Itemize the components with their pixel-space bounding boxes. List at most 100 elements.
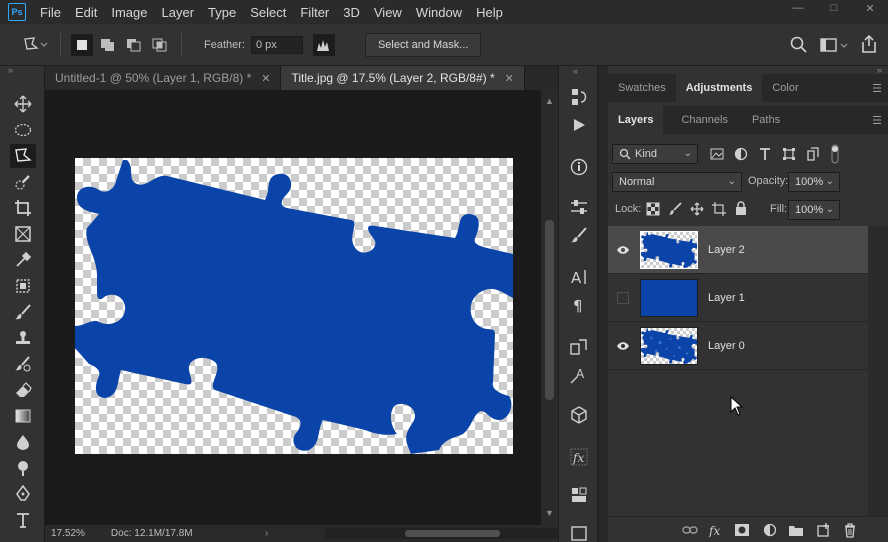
properties-icon[interactable] [568,196,590,218]
collapse-icon[interactable]: » [8,65,13,75]
close-icon[interactable]: ✕ [505,72,514,85]
styles-fx-icon[interactable]: fx [568,446,590,468]
layer-name[interactable]: Layer 0 [708,340,745,352]
filter-adjustment-icon[interactable] [734,147,748,164]
gradient-tool-icon[interactable] [10,404,36,428]
lock-transparent-icon[interactable] [646,202,660,219]
new-group-icon[interactable] [788,522,804,538]
tab-adjustments[interactable]: Adjustments [675,74,763,102]
canvas-area[interactable] [45,90,541,525]
fill-field[interactable]: 100% ⌄ [788,200,840,220]
menu-layer[interactable]: Layer [162,5,195,20]
eye-icon[interactable] [608,322,638,370]
opacity-field[interactable]: 100% ⌄ [788,172,840,192]
filter-type-icon[interactable] [758,147,772,164]
actions-play-icon[interactable] [568,114,590,136]
scroll-up-icon[interactable]: ▲ [545,96,554,106]
healing-brush-icon[interactable] [10,274,36,298]
menu-window[interactable]: Window [416,5,462,20]
history-brush-icon[interactable] [10,352,36,376]
filter-kind-dropdown[interactable]: Kind ⌄ [612,144,698,164]
blend-mode-dropdown[interactable]: Normal ⌄ [612,172,742,192]
lock-all-icon[interactable] [734,201,748,219]
polygonal-lasso-preset-icon[interactable] [20,34,50,56]
layer-row-layer-2[interactable]: Layer 2 [608,226,868,274]
layers-scrollbar[interactable] [868,226,888,516]
intersect-selection-icon[interactable] [149,34,171,56]
timeline-icon[interactable] [568,522,590,542]
crop-tool-icon[interactable] [10,196,36,220]
tab-title-jpg[interactable]: Title.jpg @ 17.5% (Layer 2, RGB/8#) * ✕ [281,66,525,90]
info-icon[interactable] [568,156,590,178]
polygonal-lasso-tool-icon[interactable] [10,144,36,168]
menu-filter[interactable]: Filter [300,5,329,20]
tab-layers[interactable]: Layers [608,106,664,134]
character-panel-icon[interactable]: A [568,266,590,288]
lock-position-icon[interactable] [690,202,704,219]
layer-name[interactable]: Layer 2 [708,244,745,256]
dodge-tool-icon[interactable] [10,456,36,480]
scroll-thumb[interactable] [405,530,500,537]
filter-toggle-icon[interactable] [830,143,840,168]
scroll-thumb[interactable] [545,220,554,400]
feather-input[interactable] [250,35,303,54]
menu-image[interactable]: Image [111,5,147,20]
quick-selection-tool-icon[interactable] [10,170,36,194]
share-icon[interactable] [860,34,878,57]
tab-paths[interactable]: Paths [742,106,790,134]
menu-help[interactable]: Help [476,5,503,20]
new-adjustment-layer-icon[interactable] [762,522,778,538]
link-layers-icon[interactable] [682,522,698,538]
filter-shape-icon[interactable] [782,147,796,164]
menu-select[interactable]: Select [250,5,286,20]
frame-tool-icon[interactable] [10,222,36,246]
tab-untitled-1[interactable]: Untitled-1 @ 50% (Layer 1, RGB/8) * ✕ [45,66,282,90]
marquee-tool-icon[interactable] [10,118,36,142]
menu-view[interactable]: View [374,5,402,20]
filter-smart-object-icon[interactable] [806,147,820,164]
brush-tool-icon[interactable] [10,300,36,324]
tab-color[interactable]: Color [762,74,808,102]
delete-layer-icon[interactable] [842,522,858,538]
paragraph-panel-icon[interactable]: ¶ [568,294,590,316]
character-styles-icon[interactable]: A [568,364,590,386]
layer-row-layer-1[interactable]: Layer 1 [608,274,868,322]
brush-settings-icon[interactable] [568,224,590,246]
eyedropper-tool-icon[interactable] [10,248,36,272]
minimize-icon[interactable]: — [780,0,816,16]
expand-icon[interactable]: « [573,66,578,76]
pen-tool-icon[interactable] [10,482,36,506]
add-selection-icon[interactable] [97,34,119,56]
maximize-icon[interactable]: □ [816,0,852,16]
close-icon[interactable]: ✕ [261,72,270,85]
menu-type[interactable]: Type [208,5,236,20]
workspace-icon[interactable] [820,36,850,57]
close-window-icon[interactable]: ✕ [852,0,888,16]
add-mask-icon[interactable] [734,522,750,538]
document-canvas[interactable] [75,158,513,454]
eye-icon[interactable] [608,226,638,274]
filter-pixel-icon[interactable] [710,147,724,164]
panel-menu-icon[interactable]: ☰ [872,82,882,95]
eraser-tool-icon[interactable] [10,378,36,402]
layer-style-fx-icon[interactable]: fx [708,522,724,538]
layer-row-layer-0[interactable]: Layer 0 [608,322,868,370]
menu-edit[interactable]: Edit [75,5,97,20]
menu-file[interactable]: File [40,5,61,20]
move-tool-icon[interactable] [10,92,36,116]
status-arrow-icon[interactable]: › [265,528,268,539]
search-icon[interactable] [790,36,808,57]
3d-panel-icon[interactable] [568,404,590,426]
new-layer-icon[interactable] [816,522,832,538]
tab-swatches[interactable]: Swatches [608,74,676,102]
zoom-level[interactable]: 17.52% [51,528,85,539]
glyphs-icon[interactable] [568,336,590,358]
select-and-mask-button[interactable]: Select and Mask... [364,32,482,57]
vertical-scrollbar[interactable]: ▲ ▼ [541,90,558,525]
lock-artboard-icon[interactable] [712,202,726,219]
blur-tool-icon[interactable] [10,430,36,454]
lock-pixels-icon[interactable] [668,202,682,219]
scroll-down-icon[interactable]: ▼ [545,508,554,518]
history-panel-icon[interactable] [568,86,590,108]
clone-stamp-icon[interactable] [10,326,36,350]
